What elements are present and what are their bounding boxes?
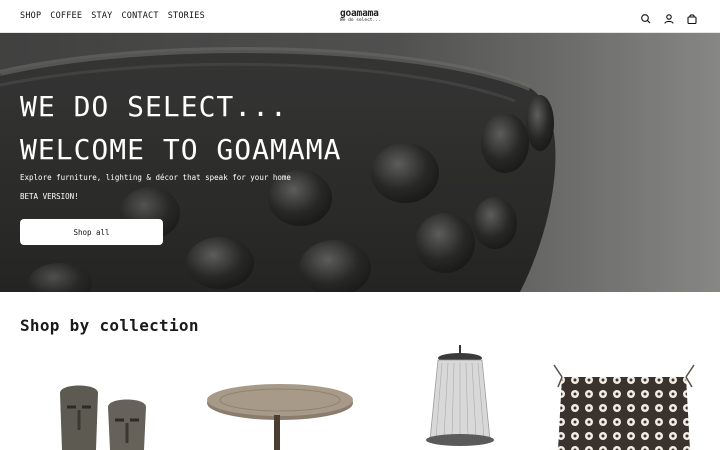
nav-shop[interactable]: SHOP <box>20 11 41 21</box>
masks-image <box>60 385 146 450</box>
logo-tagline: We do select... <box>340 18 381 23</box>
hero-title-line1: WE DO SELECT... <box>20 90 288 123</box>
chandelier-image <box>426 345 494 446</box>
cart-icon[interactable] <box>686 10 698 25</box>
nav-stay[interactable]: STAY <box>91 11 112 21</box>
nav-coffee[interactable]: COFFEE <box>50 11 82 21</box>
header-icons <box>640 10 698 25</box>
collection-item-masks[interactable] <box>20 345 180 450</box>
collection-item-cushion[interactable] <box>540 345 700 450</box>
collection-heading: Shop by collection <box>20 316 199 335</box>
nav-stories[interactable]: STORIES <box>168 11 205 21</box>
site-logo[interactable]: goamama We do select... <box>340 9 381 24</box>
hero-banner: WE DO SELECT... WELCOME TO GOAMAMA Explo… <box>0 33 720 292</box>
table-image <box>207 384 353 450</box>
collection-grid <box>20 345 710 450</box>
collection-item-chandelier[interactable] <box>380 345 540 450</box>
nav-contact[interactable]: CONTACT <box>121 11 158 21</box>
logo-name: goamama <box>340 8 379 19</box>
main-nav: SHOP COFFEE STAY CONTACT STORIES <box>20 11 205 21</box>
hero-title-line2: WELCOME TO GOAMAMA <box>20 133 342 166</box>
collection-item-table[interactable] <box>200 345 360 450</box>
cushion-image <box>553 364 695 450</box>
account-icon[interactable] <box>663 10 675 24</box>
shop-all-button[interactable]: Shop all <box>20 219 163 245</box>
site-header: SHOP COFFEE STAY CONTACT STORIES goamama… <box>0 0 720 33</box>
hero-beta-label: BETA VERSION! <box>20 192 79 201</box>
hero-subtitle: Explore furniture, lighting & décor that… <box>20 173 291 182</box>
search-icon[interactable] <box>640 10 652 24</box>
